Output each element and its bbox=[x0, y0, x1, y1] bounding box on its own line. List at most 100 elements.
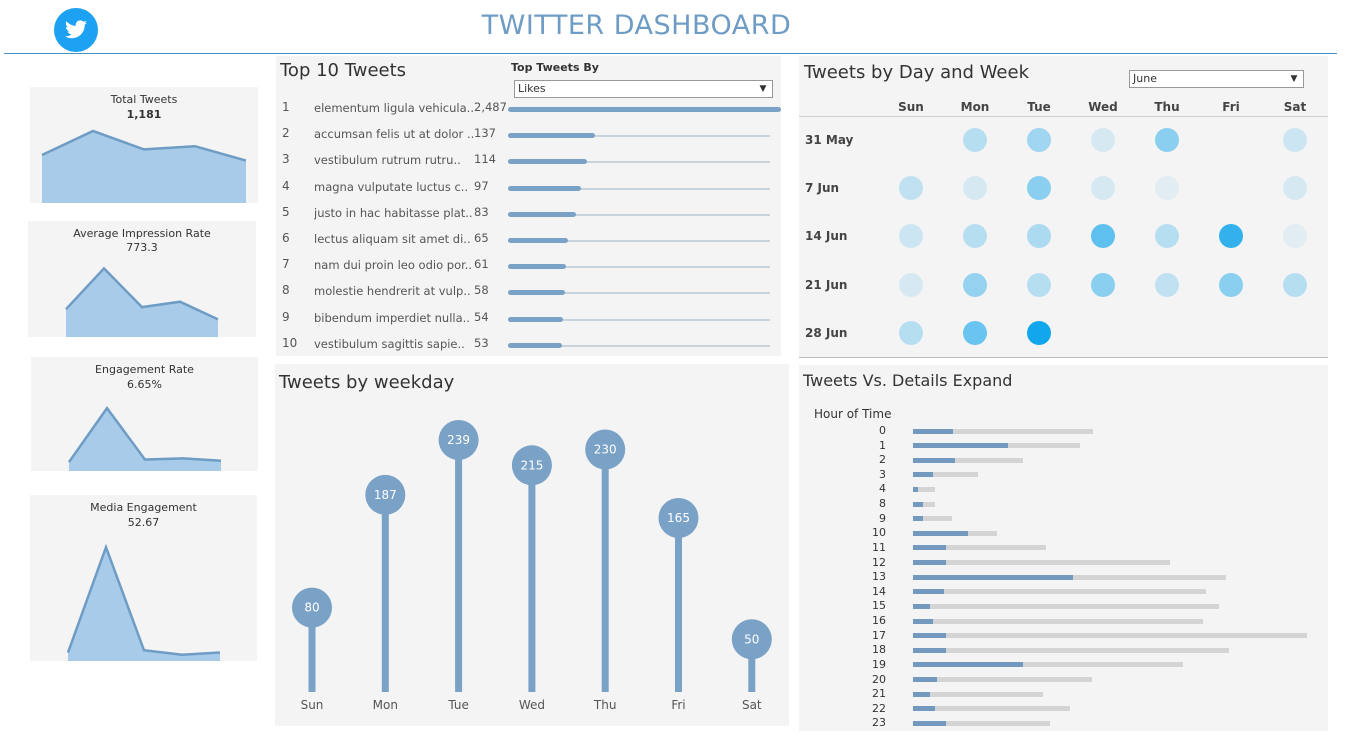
day-dot[interactable] bbox=[1155, 273, 1179, 297]
kpi-card-engagement-rate[interactable]: Engagement Rate 6.65% bbox=[31, 357, 258, 471]
tweets-bar[interactable] bbox=[913, 720, 946, 726]
tweets-bar[interactable] bbox=[913, 472, 933, 478]
details-expand-bar[interactable] bbox=[913, 603, 1219, 609]
tweets-bar[interactable] bbox=[913, 545, 946, 551]
bar[interactable] bbox=[508, 238, 568, 243]
tweets-bar[interactable] bbox=[913, 647, 946, 653]
details-expand-bar[interactable] bbox=[913, 560, 1170, 566]
tweet-text: magna vulputate luctus c.. bbox=[314, 179, 469, 194]
day-dot[interactable] bbox=[963, 176, 987, 200]
tweets-bar[interactable] bbox=[913, 560, 946, 566]
bar[interactable] bbox=[508, 133, 595, 139]
details-expand-bar[interactable] bbox=[913, 647, 1229, 653]
day-dot[interactable] bbox=[1027, 176, 1051, 200]
day-dot[interactable] bbox=[1155, 224, 1179, 248]
day-dot[interactable] bbox=[1091, 273, 1115, 297]
top-tweets-by-select[interactable]: Likes ▼ bbox=[514, 80, 773, 98]
day-dot[interactable] bbox=[1027, 321, 1051, 345]
tweets-bar[interactable] bbox=[913, 603, 930, 609]
details-expand-bar[interactable] bbox=[913, 706, 1070, 712]
top-tweets-panel: Top 10 Tweets Top Tweets By Likes ▼ 1 ele… bbox=[276, 56, 781, 356]
tweets-bar[interactable] bbox=[913, 633, 946, 639]
day-dot[interactable] bbox=[1283, 128, 1307, 152]
hour-label: 21 bbox=[872, 687, 886, 701]
bar[interactable] bbox=[508, 342, 563, 348]
hour-label: 18 bbox=[872, 643, 886, 657]
day-dot[interactable] bbox=[1155, 176, 1179, 200]
bar[interactable] bbox=[508, 316, 563, 322]
day-dot[interactable] bbox=[899, 224, 923, 248]
tweets-bar[interactable] bbox=[913, 662, 1023, 668]
bar[interactable] bbox=[508, 290, 565, 296]
day-dot[interactable] bbox=[1219, 273, 1243, 297]
day-dot[interactable] bbox=[963, 321, 987, 345]
tweets-bar[interactable] bbox=[913, 516, 923, 522]
tweets-bar[interactable] bbox=[913, 443, 1008, 449]
tweet-value: 53 bbox=[474, 335, 489, 350]
tweets-bar[interactable] bbox=[913, 691, 930, 697]
tweets-bar[interactable] bbox=[913, 486, 918, 492]
day-dot[interactable] bbox=[963, 224, 987, 248]
week-label: 21 Jun bbox=[805, 278, 848, 292]
tweet-rank: 9 bbox=[282, 309, 290, 324]
day-dot[interactable] bbox=[1091, 224, 1115, 248]
details-expand-bar[interactable] bbox=[913, 589, 1206, 595]
tweets-bar[interactable] bbox=[913, 618, 933, 624]
day-dot[interactable] bbox=[1219, 224, 1243, 248]
tweet-row[interactable]: 9 bibendum imperdiet nulla.. 54 bbox=[276, 308, 781, 328]
panel-title: Tweets Vs. Details Expand bbox=[803, 371, 1013, 390]
tweet-row[interactable]: 4 magna vulputate luctus c.. 97 bbox=[276, 177, 781, 197]
tweets-bar[interactable] bbox=[913, 530, 968, 536]
day-dot[interactable] bbox=[1027, 224, 1051, 248]
kpi-card-media-engagement[interactable]: Media Engagement 52.67 bbox=[30, 495, 257, 661]
hour-label: 4 bbox=[879, 482, 886, 496]
bar[interactable] bbox=[508, 211, 576, 217]
tweet-row[interactable]: 7 nam dui proin leo odio por.. 61 bbox=[276, 255, 781, 275]
bar[interactable] bbox=[508, 159, 588, 165]
chevron-down-icon[interactable]: ▼ bbox=[756, 82, 770, 96]
tweet-text: lectus aliquam sit amet di.. bbox=[314, 232, 471, 246]
tweets-bar[interactable] bbox=[913, 457, 955, 463]
tweet-row[interactable]: 3 vestibulum rutrum rutru.. 114 bbox=[276, 150, 781, 170]
kpi-card-total-tweets[interactable]: Total Tweets 1,181 bbox=[30, 87, 258, 203]
kpi-card-average-impression-rate[interactable]: Average Impression Rate 773.3 bbox=[28, 221, 256, 337]
day-dot[interactable] bbox=[1027, 273, 1051, 297]
panel-title: Tweets by Day and Week bbox=[804, 62, 1030, 83]
day-dot[interactable] bbox=[899, 176, 923, 200]
bar[interactable] bbox=[508, 185, 582, 191]
weekday-lollipop-chart: 80 Sun 187 Mon 239 Tue 215 Wed 230 Thu 165 Fri 50 Sat bbox=[292, 420, 772, 712]
details-expand-bar[interactable] bbox=[913, 618, 1203, 624]
day-dot[interactable] bbox=[1091, 176, 1115, 200]
day-dot[interactable] bbox=[1283, 273, 1307, 297]
day-dot[interactable] bbox=[963, 273, 987, 297]
day-dot[interactable] bbox=[899, 273, 923, 297]
details-expand-bar[interactable] bbox=[913, 633, 1307, 639]
bar[interactable] bbox=[508, 264, 567, 270]
tweet-value: 54 bbox=[474, 309, 489, 324]
tweet-row[interactable]: 5 justo in hac habitasse plat.. 83 bbox=[276, 203, 781, 223]
month-select[interactable]: June ▼ bbox=[1129, 70, 1304, 88]
tweets-bar[interactable] bbox=[913, 677, 937, 683]
hour-label: 10 bbox=[872, 526, 886, 540]
day-dot[interactable] bbox=[1283, 224, 1307, 248]
day-dot[interactable] bbox=[1091, 128, 1115, 152]
tweet-row[interactable]: 8 molestie hendrerit at vulp.. 58 bbox=[276, 281, 781, 301]
tweets-bar[interactable] bbox=[913, 428, 953, 434]
day-dot[interactable] bbox=[1155, 128, 1179, 152]
tweet-row[interactable]: 10 vestibulum sagittis sapie.. 53 bbox=[276, 334, 781, 354]
tweets-bar[interactable] bbox=[913, 589, 944, 595]
details-expand-bar[interactable] bbox=[913, 677, 1092, 683]
tweet-row[interactable]: 6 lectus aliquam sit amet di.. 65 bbox=[276, 229, 781, 249]
tweet-row[interactable]: 2 accumsan felis ut at dolor .. 137 bbox=[276, 124, 781, 144]
tweets-bar[interactable] bbox=[913, 574, 1073, 580]
details-expand-bar[interactable] bbox=[913, 691, 1043, 697]
day-dot[interactable] bbox=[899, 321, 923, 345]
chevron-down-icon[interactable]: ▼ bbox=[1287, 72, 1301, 86]
day-dot[interactable] bbox=[1027, 128, 1051, 152]
day-dot[interactable] bbox=[963, 128, 987, 152]
tweets-bar[interactable] bbox=[913, 706, 935, 712]
tweet-row[interactable]: 1 elementum ligula vehicula.. 2,487 bbox=[276, 98, 781, 118]
bar[interactable] bbox=[508, 107, 781, 112]
day-dot[interactable] bbox=[1283, 176, 1307, 200]
tweets-bar[interactable] bbox=[913, 501, 923, 507]
